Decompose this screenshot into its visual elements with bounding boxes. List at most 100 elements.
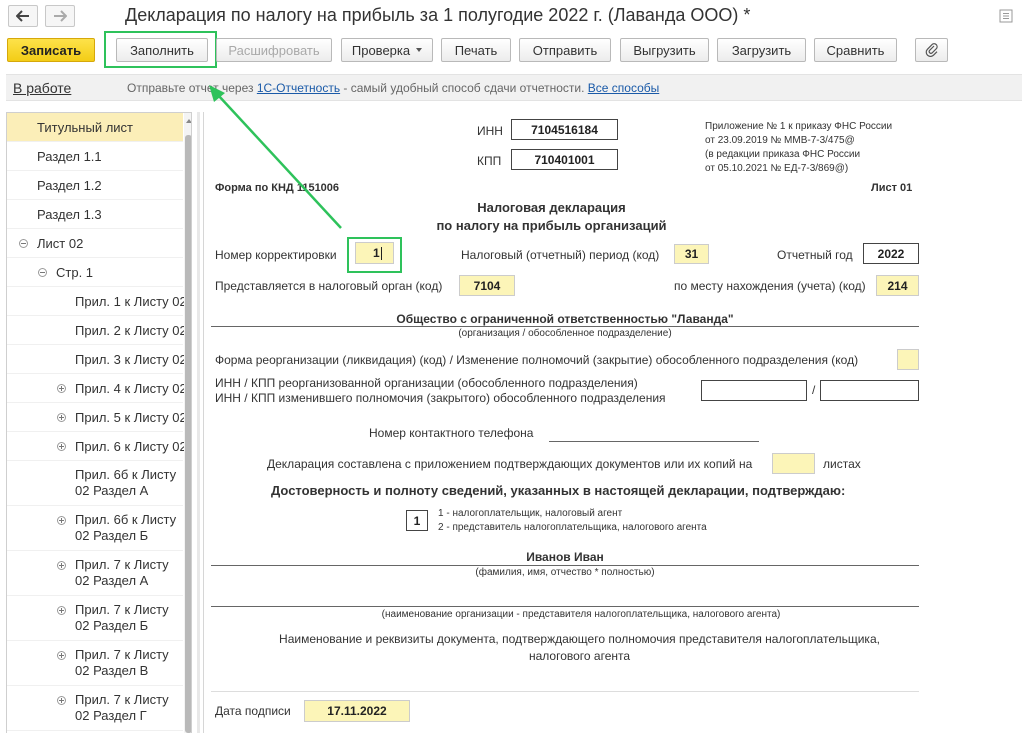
tax-office-label: Представляется в налоговый орган (код) bbox=[215, 279, 443, 293]
sign-date-label: Дата подписи bbox=[215, 704, 291, 718]
expand-icon[interactable] bbox=[57, 413, 66, 422]
sidebar-item-label: Прил. 4 к Листу 02 bbox=[75, 381, 187, 396]
print-button[interactable]: Печать bbox=[441, 38, 511, 62]
sidebar-item-app-1[interactable]: Прил. 1 к Листу 02 bbox=[7, 287, 187, 316]
expand-icon[interactable] bbox=[57, 651, 66, 660]
period-label: Налоговый (отчетный) период (код) bbox=[461, 248, 660, 262]
sidebar-item-app-2[interactable]: Прил. 2 к Листу 02 bbox=[7, 316, 187, 345]
signer-caption: (фамилия, имя, отчество * полностью) bbox=[475, 567, 655, 578]
reorg-kpp-field[interactable] bbox=[820, 380, 919, 401]
sidebar-item-app-3[interactable]: Прил. 3 к Листу 02 bbox=[7, 345, 187, 374]
rep-org-line[interactable] bbox=[211, 606, 919, 607]
correction-label: Номер корректировки bbox=[215, 248, 337, 262]
attach-button[interactable] bbox=[915, 38, 948, 62]
signer-name-line bbox=[211, 565, 919, 566]
scrollbar-thumb[interactable] bbox=[185, 135, 191, 733]
collapse-icon[interactable] bbox=[19, 239, 28, 248]
sidebar-item-app-7-v[interactable]: Прил. 7 к Листу 02 Раздел В bbox=[7, 641, 183, 686]
sidebar-item-label: Прил. 6б к Листу 02 Раздел А bbox=[75, 467, 177, 498]
location-field[interactable]: 214 bbox=[876, 275, 919, 296]
sidebar-item-app-7-g[interactable]: Прил. 7 к Листу 02 Раздел Г bbox=[7, 686, 183, 731]
sign-date-field[interactable]: 17.11.2022 bbox=[304, 700, 410, 722]
reorg-inn-field[interactable] bbox=[701, 380, 807, 401]
expand-icon[interactable] bbox=[57, 696, 66, 705]
sidebar-item-app-6[interactable]: Прил. 6 к Листу 02 bbox=[7, 432, 187, 461]
chevron-down-icon bbox=[416, 48, 423, 52]
sidebar-item-label: Раздел 1.3 bbox=[37, 207, 102, 222]
attach-sheets-field[interactable] bbox=[772, 453, 815, 474]
collapse-icon[interactable] bbox=[38, 268, 47, 277]
expand-icon[interactable] bbox=[57, 384, 66, 393]
year-field[interactable]: 2022 bbox=[863, 243, 919, 264]
signer-option-2: 2 - представитель налогоплательщика, нал… bbox=[438, 522, 707, 533]
arrow-right-icon bbox=[54, 10, 67, 22]
export-button[interactable]: Выгрузить bbox=[620, 38, 709, 62]
org-name-line bbox=[211, 326, 919, 327]
signer-name[interactable]: Иванов Иван bbox=[204, 550, 926, 564]
inn-field[interactable]: 7104516184 bbox=[511, 119, 618, 140]
info-text-mid: - самый удобный способ сдачи отчетности. bbox=[340, 81, 588, 95]
sidebar-item-app-7-b[interactable]: Прил. 7 к Листу 02 Раздел Б bbox=[7, 596, 183, 641]
fill-button[interactable]: Заполнить bbox=[116, 38, 208, 62]
more-menu-icon[interactable] bbox=[999, 9, 1013, 23]
tax-office-field[interactable]: 7104 bbox=[459, 275, 515, 296]
sheet-number: Лист 01 bbox=[871, 182, 913, 194]
status-link[interactable]: В работе bbox=[13, 80, 71, 96]
sidebar-item-app-7-a[interactable]: Прил. 7 к Листу 02 Раздел А bbox=[7, 551, 183, 596]
sidebar-item-sheet-02[interactable]: Лист 02 bbox=[7, 229, 183, 258]
correction-value: 1 bbox=[373, 246, 380, 260]
correction-field[interactable]: 1 bbox=[355, 242, 394, 264]
reorg-code-field[interactable] bbox=[897, 349, 919, 370]
save-button[interactable]: Записать bbox=[7, 38, 95, 62]
expand-icon[interactable] bbox=[57, 561, 66, 570]
forward-button[interactable] bbox=[45, 5, 75, 27]
doc-label-line2: налогового агента bbox=[528, 649, 631, 663]
expand-icon[interactable] bbox=[57, 442, 66, 451]
appendix-note-line: Приложение № 1 к приказу ФНС России bbox=[705, 121, 893, 132]
sidebar-item-label: Прил. 6б к Листу 02 Раздел Б bbox=[75, 512, 177, 543]
declaration-title: Налоговая декларация bbox=[477, 200, 626, 215]
kpp-field[interactable]: 710401001 bbox=[511, 149, 618, 170]
org-caption: (организация / обособленное подразделени… bbox=[458, 328, 672, 339]
attach-suffix: листах bbox=[823, 457, 861, 471]
reorg-inn-label: ИНН / КПП реорганизованной организации (… bbox=[215, 376, 638, 390]
send-button[interactable]: Отправить bbox=[519, 38, 611, 62]
organization-name: Общество с ограниченной ответственностью… bbox=[396, 312, 734, 326]
sidebar-item-label: Прил. 7 к Листу 02 Раздел Б bbox=[75, 602, 169, 633]
decode-button[interactable]: Расшифровать bbox=[216, 38, 332, 62]
sidebar-item-label: Прил. 5 к Листу 02 bbox=[75, 410, 187, 425]
signer-code-field[interactable]: 1 bbox=[406, 510, 428, 531]
sidebar-item-section-1-3[interactable]: Раздел 1.3 bbox=[7, 200, 183, 229]
kpp-label: КПП bbox=[477, 154, 502, 168]
all-methods-link[interactable]: Все способы bbox=[588, 81, 660, 95]
doc-field-line bbox=[211, 691, 919, 692]
back-button[interactable] bbox=[8, 5, 38, 27]
sidebar-item-label: Раздел 1.1 bbox=[37, 149, 102, 164]
arrow-left-icon bbox=[16, 10, 29, 22]
compare-button[interactable]: Сравнить bbox=[814, 38, 897, 62]
sidebar-item-section-1-2[interactable]: Раздел 1.2 bbox=[7, 171, 183, 200]
period-field[interactable]: 31 bbox=[674, 244, 709, 264]
sidebar-item-app-6b-a[interactable]: Прил. 6б к Листу 02 Раздел А bbox=[7, 461, 183, 506]
sidebar-item-label: Прил. 3 к Листу 02 bbox=[75, 352, 187, 367]
sidebar-item-label: Прил. 1 к Листу 02 bbox=[75, 294, 187, 309]
sidebar-scrollbar[interactable] bbox=[184, 113, 191, 733]
rep-org-caption: (наименование организации - представител… bbox=[381, 609, 781, 620]
panel-splitter[interactable] bbox=[197, 112, 200, 733]
sidebar-item-label: Прил. 7 к Листу 02 Раздел Г bbox=[75, 692, 169, 723]
sidebar-item-page-1[interactable]: Стр. 1 bbox=[7, 258, 183, 287]
expand-icon[interactable] bbox=[57, 516, 66, 525]
sidebar-item-app-4[interactable]: Прил. 4 к Листу 02 bbox=[7, 374, 187, 403]
info-text-prefix: Отправьте отчет через bbox=[127, 81, 257, 95]
sidebar-item-app-6b-b[interactable]: Прил. 6б к Листу 02 Раздел Б bbox=[7, 506, 183, 551]
scroll-up-icon[interactable] bbox=[186, 119, 191, 123]
sidebar-item-app-5[interactable]: Прил. 5 к Листу 02 bbox=[7, 403, 187, 432]
sidebar-item-section-1-1[interactable]: Раздел 1.1 bbox=[7, 142, 183, 171]
appendix-note-line: (в редакции приказа ФНС России bbox=[705, 149, 861, 160]
check-button[interactable]: Проверка bbox=[341, 38, 433, 62]
phone-field[interactable] bbox=[549, 441, 759, 442]
sidebar-item-title-page[interactable]: Титульный лист bbox=[7, 113, 183, 142]
reporting-link[interactable]: 1С-Отчетность bbox=[257, 81, 340, 95]
expand-icon[interactable] bbox=[57, 606, 66, 615]
import-button[interactable]: Загрузить bbox=[717, 38, 806, 62]
